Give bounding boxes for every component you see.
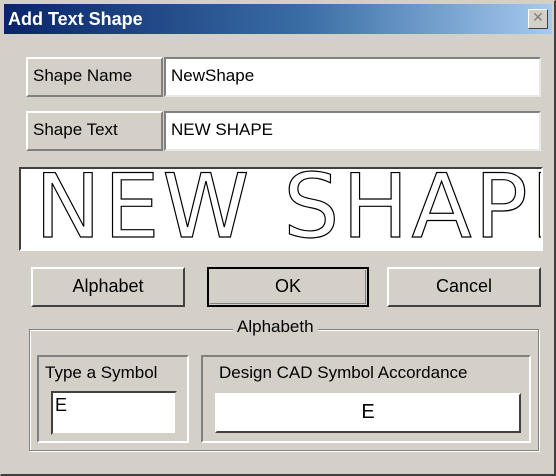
cancel-button[interactable]: Cancel [387,267,541,307]
alphabet-button[interactable]: Alphabet [31,267,185,307]
preview-text: NEW SHAPE [34,167,543,251]
shape-preview: NEW SHAPE [19,167,543,251]
accordance-label: Design CAD Symbol Accordance [219,363,468,382]
type-symbol-panel: Type a Symbol E [37,355,189,443]
type-symbol-label: Type a Symbol [45,363,158,382]
close-icon[interactable]: ✕ [528,9,548,29]
symbol-input[interactable]: E [51,391,177,435]
shape-name-label: Shape Name [26,57,163,97]
title-bar[interactable]: Add Text Shape ✕ [4,4,552,34]
shape-text-label: Shape Text [26,111,163,151]
add-text-shape-dialog: Add Text Shape ✕ Shape Name NewShape Sha… [0,0,556,476]
shape-text-input[interactable]: NEW SHAPE [164,111,541,151]
alphabet-group-title: Alphabeth [233,317,318,337]
shape-name-input[interactable]: NewShape [164,57,541,97]
ok-button-label: OK [274,276,301,296]
window-title: Add Text Shape [8,9,143,29]
ok-button[interactable]: OK [207,267,369,307]
accordance-symbol-button[interactable]: E [215,393,521,433]
accordance-panel: Design CAD Symbol Accordance E [201,355,531,443]
